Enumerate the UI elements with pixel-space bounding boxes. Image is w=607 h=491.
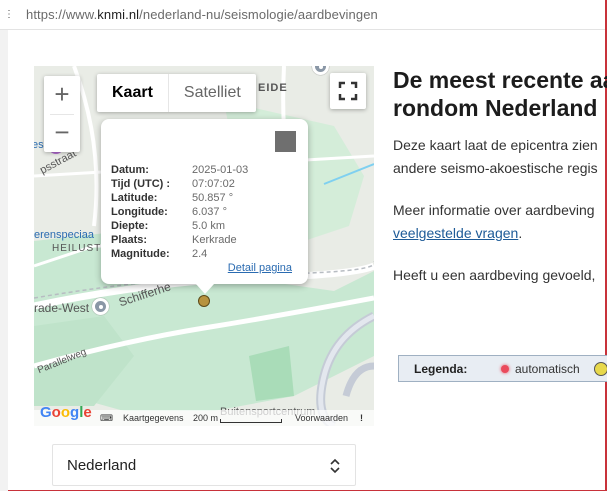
google-logo-letter: G (40, 404, 52, 421)
info-paragraph: Meer informatie over aardbeving veelgest… (393, 199, 595, 245)
page-title-line2: rondom Nederland (393, 95, 598, 121)
detail-key: Longitude: (111, 206, 168, 218)
detail-key: Datum: (111, 164, 149, 176)
google-logo-letter: g (70, 404, 80, 421)
detail-row: Tijd (UTC) : 07:07:02 (111, 177, 248, 191)
detail-key: Tijd (UTC) : (111, 178, 171, 190)
automatic-dot-icon (501, 365, 509, 373)
map-label-eide: EIDE (258, 82, 288, 94)
terms-link[interactable]: Voorwaarden (295, 413, 348, 423)
manual-dot-icon (594, 362, 607, 376)
map-type-control: Kaart Satelliet (97, 74, 256, 112)
detail-key: Plaats: (111, 234, 148, 246)
legend: Legenda: automatisch (398, 355, 607, 382)
scale-bar[interactable] (220, 419, 282, 423)
fullscreen-button[interactable] (330, 73, 366, 109)
map-type-satelliet-button[interactable]: Satelliet (167, 74, 256, 112)
map-label-poi: es (34, 139, 44, 151)
google-logo-letter: o (60, 404, 71, 421)
detail-row: Plaats: Kerkrade (111, 233, 248, 247)
url-prefix: https://www. (26, 7, 98, 22)
detail-value: Kerkrade (192, 234, 237, 246)
info-line2: veelgestelde vragen. (393, 222, 595, 245)
earthquake-info-popup: Datum: 2025-01-03 Tijd (UTC) :07:07:02 Lati… (101, 119, 308, 294)
address-bar[interactable]: ⋮ https://www.knmi.nl/nederland-nu/seism… (0, 0, 605, 30)
close-icon[interactable] (275, 131, 296, 152)
detail-value: 2025-01-03 (192, 164, 249, 176)
url-domain: knmi.nl (97, 7, 140, 22)
intro-paragraph: Deze kaart laat de epicentra zien andere… (393, 134, 598, 180)
detail-row: Longitude: 6.037 ° (111, 205, 248, 219)
map-type-kaart-button[interactable]: Kaart (97, 74, 168, 112)
earthquake-marker[interactable] (198, 295, 210, 307)
google-logo: Google (40, 404, 92, 421)
legend-item-automatisch: automatisch (515, 362, 580, 376)
detail-row: Latitude: 50.857 ° (111, 191, 248, 205)
fullscreen-icon (338, 81, 358, 101)
detail-value: 5.0 km (192, 220, 226, 232)
page-title-line1: De meest recente aa (393, 67, 607, 93)
earthquake-details-table: Datum: 2025-01-03 Tijd (UTC) :07:07:02 Lati… (111, 163, 248, 261)
detail-value: 07:07:02 (192, 178, 235, 190)
detail-key: Latitude: (111, 192, 158, 204)
map-label-heilust: HEILUST (52, 243, 102, 254)
map-data-link[interactable]: Kaartgegevens (123, 413, 184, 423)
map-label-erenspecia: erenspeciaa (34, 229, 94, 241)
chevron-up-down-icon (330, 458, 340, 474)
zoom-control: + − (44, 76, 80, 152)
intro-line2: andere seismo-akoestische regis (393, 160, 598, 176)
info-line2-end: . (518, 225, 523, 241)
intro-line1: Deze kaart laat de epicentra zien (393, 137, 598, 153)
region-select[interactable]: Nederland (52, 444, 356, 486)
google-logo-letter: e (83, 404, 92, 421)
zoom-in-button[interactable]: + (44, 76, 80, 114)
detail-row: Datum: 2025-01-03 (111, 163, 248, 177)
scale-label[interactable]: 200 m (193, 413, 218, 423)
detail-value: 2.4 (192, 248, 208, 260)
left-edge-bar (0, 30, 8, 491)
url-path: /nederland-nu/seismologie/aardbevingen (139, 7, 378, 22)
keyboard-icon[interactable]: ⌨ (100, 413, 113, 424)
region-select-value: Nederland (67, 457, 137, 474)
report-icon[interactable]: ! (360, 413, 363, 423)
page-info-icon[interactable]: ⋮ (4, 9, 14, 21)
zoom-out-button[interactable]: − (44, 114, 80, 152)
zoom-divider (50, 114, 74, 115)
map[interactable]: EIDE es psstraat erenspeciaa HEILUST rad… (34, 66, 374, 426)
faq-link[interactable]: veelgestelde vragen (393, 225, 518, 241)
felt-paragraph: Heeft u een aardbeving gevoeld, (393, 267, 596, 283)
detail-value: 50.857 ° (192, 192, 234, 204)
detail-row: Diepte: 5.0 km (111, 219, 248, 233)
info-line1: Meer informatie over aardbeving (393, 202, 595, 218)
google-logo-letter: o (51, 404, 61, 421)
detail-key: Diepte: (111, 220, 149, 232)
detail-value: 6.037 ° (192, 206, 227, 218)
detail-row: Magnitude: 2.4 (111, 247, 248, 261)
detail-key: Magnitude: (111, 248, 170, 260)
url-text[interactable]: https://www.knmi.nl/nederland-nu/seismol… (26, 7, 378, 22)
map-label-rade-west: rade-West (34, 301, 90, 315)
legend-title: Legenda: (414, 362, 468, 376)
detail-page-link[interactable]: Detail pagina (228, 262, 292, 274)
place-pin-icon[interactable] (92, 298, 109, 315)
page-title: De meest recente aa rondom Nederland (393, 66, 607, 122)
